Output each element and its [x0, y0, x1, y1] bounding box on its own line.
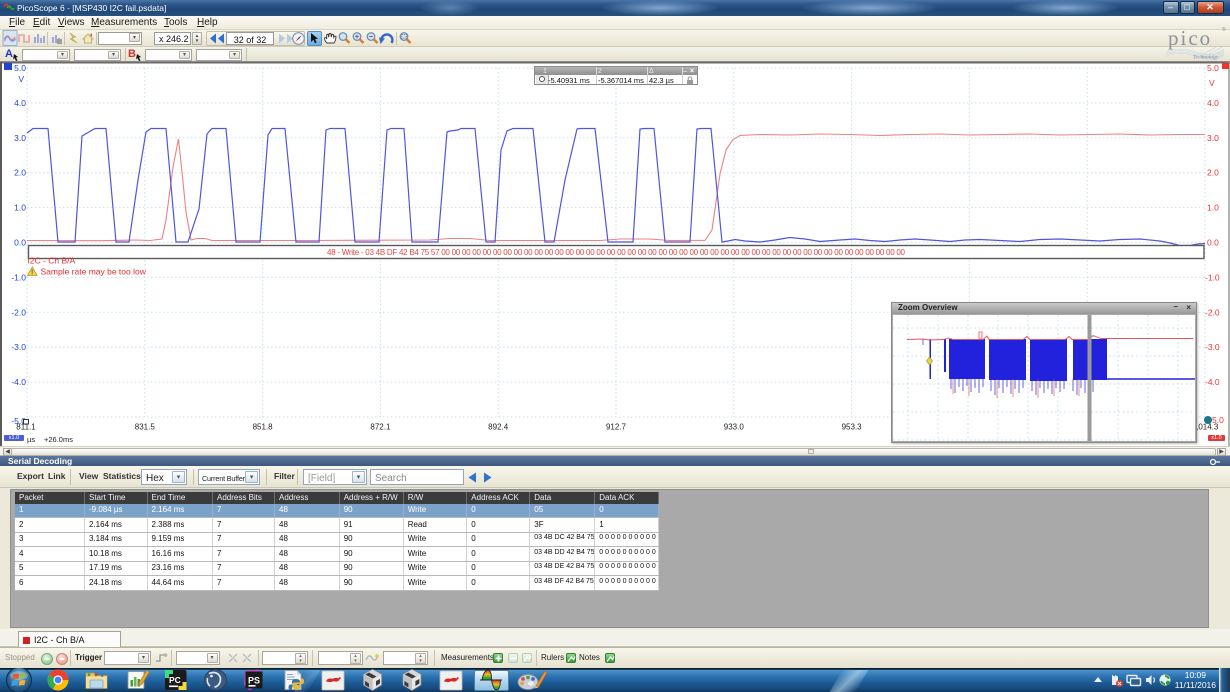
- svg-text:V: V: [1209, 78, 1215, 88]
- svg-text:1.0: 1.0: [14, 203, 26, 213]
- svg-text:4.0: 4.0: [1207, 98, 1219, 108]
- svg-text:-1.0: -1.0: [1205, 272, 1220, 282]
- svg-text:0.0: 0.0: [14, 238, 26, 248]
- svg-text:912.7: 912.7: [606, 423, 627, 432]
- svg-text:933.0: 933.0: [724, 423, 745, 432]
- svg-text:5.0: 5.0: [1207, 63, 1219, 73]
- svg-text:831.5: 831.5: [135, 423, 156, 432]
- svg-text:48 - Write - 03 4B DF 42 B4 75: 48 - Write - 03 4B DF 42 B4 75 57 00 00 …: [327, 248, 906, 257]
- svg-text:!: !: [31, 270, 33, 277]
- svg-text:-2.0: -2.0: [1205, 307, 1220, 317]
- svg-text:2.0: 2.0: [1207, 168, 1219, 178]
- svg-text:0.0: 0.0: [1207, 238, 1219, 248]
- svg-text:-1.0: -1.0: [11, 272, 26, 282]
- svg-text:-3.0: -3.0: [11, 342, 26, 352]
- svg-text:3.0: 3.0: [14, 133, 26, 143]
- svg-text:-2.0: -2.0: [11, 307, 26, 317]
- svg-text:4.0: 4.0: [14, 98, 26, 108]
- svg-text:872.1: 872.1: [370, 423, 391, 432]
- svg-text:811.1: 811.1: [16, 423, 36, 432]
- svg-text:5.0: 5.0: [14, 63, 26, 73]
- svg-text:-3.0: -3.0: [1205, 342, 1220, 352]
- svg-text:892.4: 892.4: [488, 423, 509, 432]
- svg-text:PC: PC: [169, 675, 181, 685]
- svg-text:-4.0: -4.0: [1205, 377, 1220, 387]
- svg-text:V: V: [18, 74, 24, 84]
- svg-text:I2C - Ch B/A: I2C - Ch B/A: [28, 256, 76, 266]
- svg-text:3.0: 3.0: [1207, 133, 1219, 143]
- svg-text:2.0: 2.0: [14, 168, 26, 178]
- svg-text:Sample rate may be too low: Sample rate may be too low: [41, 267, 147, 277]
- svg-text:PS: PS: [248, 676, 260, 686]
- svg-text:Technology: Technology: [1193, 55, 1219, 61]
- svg-text:1.0: 1.0: [1207, 203, 1219, 213]
- svg-text:953.3: 953.3: [842, 423, 863, 432]
- svg-text:-4.0: -4.0: [11, 377, 26, 387]
- svg-text:851.8: 851.8: [253, 423, 274, 432]
